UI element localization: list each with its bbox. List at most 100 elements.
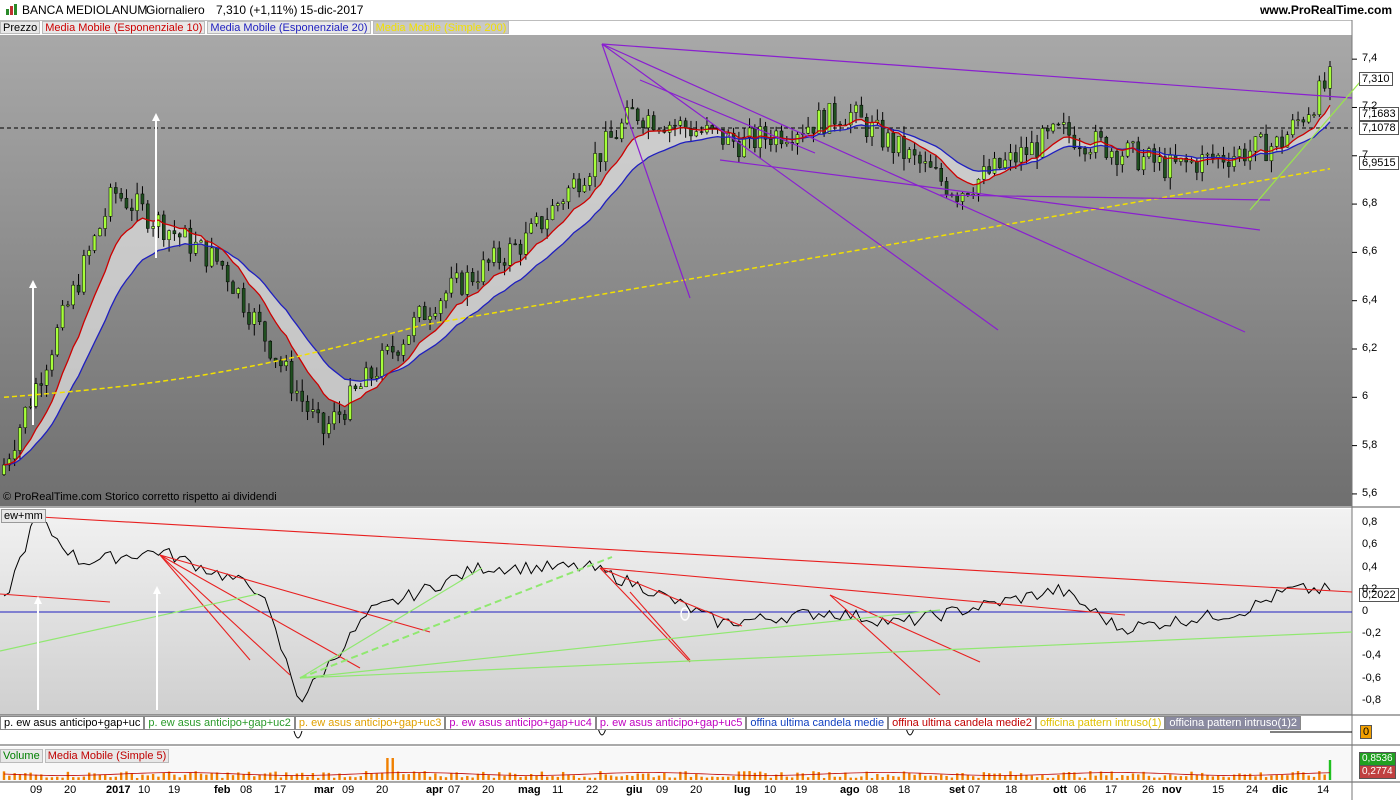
price-tick: 7 [1362,148,1369,161]
volume-bar [987,773,991,780]
volume-bar [1296,771,1300,780]
legend-ema10[interactable]: Media Mobile (Esponenziale 10) [42,21,206,34]
volume-bar [1105,775,1108,780]
price-legend: Prezzo Media Mobile (Esponenziale 10) Me… [0,21,510,34]
volume-bar [1190,771,1193,780]
volume-bar [940,774,943,780]
volume-bar [737,771,741,780]
osc-tick: 0,4 [1362,560,1378,573]
volume-bar [993,773,996,780]
x-tick-label: ott [1053,784,1068,796]
volume-bar [1312,776,1316,780]
volume-bar [471,777,474,780]
volume-bar [391,758,394,780]
candle [832,103,837,125]
osc-name[interactable]: ew+mm [1,509,46,523]
signal-uc[interactable]: p. ew asus anticipo+gap+uc [0,716,145,730]
candle [204,240,209,267]
volume-bar [673,777,677,780]
volume-box: 0,8536 [1359,752,1396,766]
candle [870,122,874,137]
candle [1077,147,1082,150]
volume-bar [242,774,245,780]
candle [444,292,448,302]
signal-intruso2[interactable]: officina pattern intruso(1)2 [1165,716,1302,730]
candle [252,311,257,325]
volume-bar [316,777,320,780]
volume-bar [487,775,490,780]
candle [162,214,166,240]
candle [284,361,288,367]
x-tick-label: 20 [64,784,77,796]
volume-bar [77,777,80,780]
volume-bar [1126,775,1129,780]
x-tick-label: 20 [376,784,389,796]
volume-bar [1137,774,1140,780]
signal-medie2[interactable]: offina ultima candela medie2 [888,716,1036,730]
chart-canvas[interactable] [0,20,1400,800]
volume-bar [151,773,155,780]
volume-bar [173,774,176,780]
candle [918,154,922,164]
site-link[interactable]: www.ProRealTime.com [1260,3,1392,17]
legend-price[interactable]: Prezzo [0,21,41,34]
candle [785,142,789,145]
candle [1141,156,1146,171]
price-tick: 7,4 [1362,52,1378,65]
candle [1280,136,1284,148]
candle [220,261,225,266]
candle [566,187,571,203]
candle [699,131,704,133]
volume-bar [945,775,948,780]
candle [60,305,65,328]
candle [422,306,427,320]
volume-bar [966,774,970,780]
signal-uc5[interactable]: p. ew asus anticipo+gap+uc5 [595,716,747,730]
volume-bar [508,772,512,780]
legend-sma200[interactable]: Media Mobile (Simple 200) [372,21,510,34]
volume-bar [1200,772,1204,780]
candle [864,117,869,137]
volume-bar [833,776,836,780]
volume-bar [274,771,277,780]
x-tick-label: 19 [168,784,181,796]
legend-volume[interactable]: Volume [0,749,43,763]
signal-intruso[interactable]: officina pattern intruso(1) [1035,716,1166,730]
title-bar [0,0,1400,21]
signal-uc3[interactable]: p. ew asus anticipo+gap+uc3 [294,716,446,730]
candle [114,187,118,194]
candle [135,193,139,211]
volume-bar [700,776,703,780]
volume-bar [210,772,213,780]
volume-bar [876,773,879,780]
x-tick-label: 09 [656,784,669,796]
signal-uc2[interactable]: p. ew asus anticipo+gap+uc2 [144,716,295,730]
signal-uc4[interactable]: p. ew asus anticipo+gap+uc4 [445,716,596,730]
volume-bar [24,773,27,780]
candle [492,247,496,263]
legend-volume-ma[interactable]: Media Mobile (Simple 5) [44,749,170,763]
copyright-note: © ProRealTime.com Storico corretto rispe… [3,491,277,503]
volume-bar [599,771,602,780]
volume-bar [476,773,480,780]
candle [369,367,374,379]
volume-bar [343,777,347,780]
candle [268,340,273,359]
volume-bar [514,773,517,780]
volume-bar [1046,777,1049,780]
candle [1109,151,1114,158]
candle [524,232,528,255]
legend-ema20[interactable]: Media Mobile (Esponenziale 20) [207,21,371,34]
x-tick-label: 10 [764,784,777,796]
volume-bar [450,773,453,780]
candle [1136,141,1141,171]
volume-bar [828,772,831,780]
volume-bar [82,776,86,780]
price-panel[interactable] [0,35,1352,506]
signal-medie[interactable]: offina ultima candela medie [746,716,889,730]
volume-bar [716,776,719,780]
volume-bar [530,773,533,780]
volume-bar [1115,777,1119,780]
volume-bar [428,776,432,780]
volume-bar [1328,760,1332,780]
